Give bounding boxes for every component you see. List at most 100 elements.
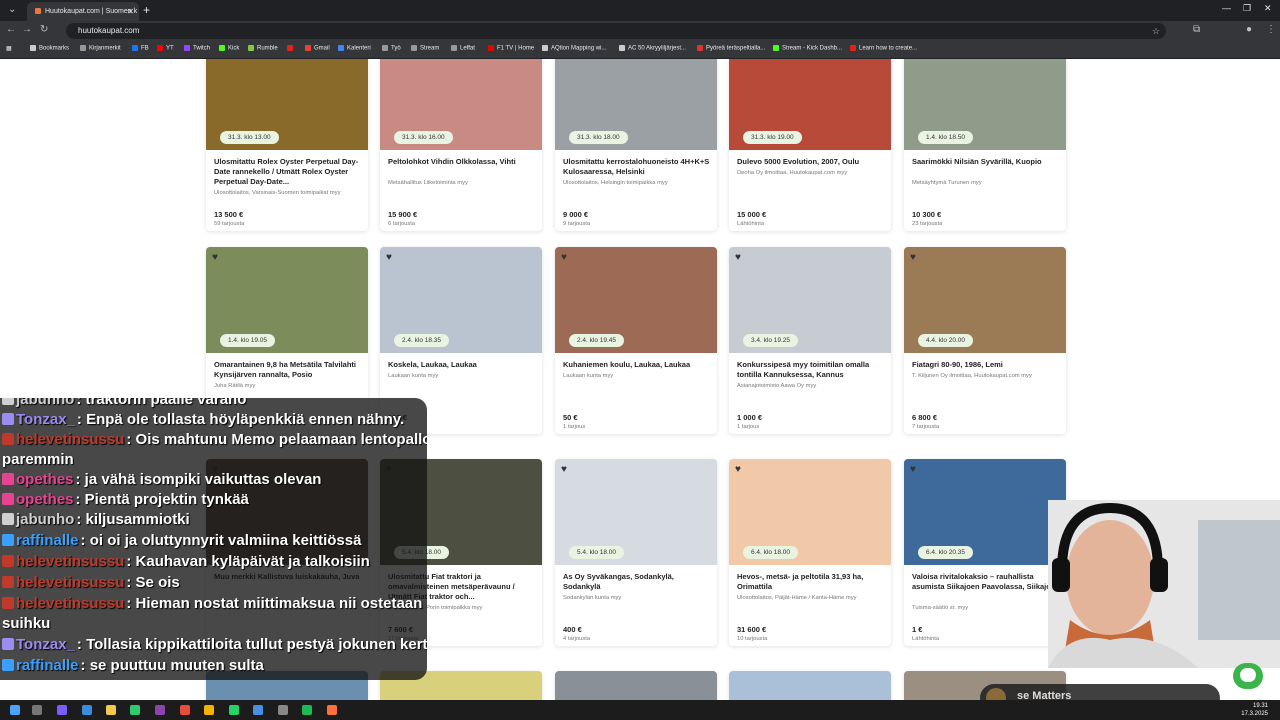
listing-card[interactable]: ♥ 6.4. klo 18.00 Hevos-, metsä- ja peltoti… <box>729 459 891 646</box>
listing-card[interactable]: ♥ 31.3. klo 19.00 Dulevo 5000 Evolution, 2… <box>729 59 891 231</box>
bookmark-item[interactable]: Rumble <box>248 45 278 52</box>
favorite-heart-icon[interactable]: ♥ <box>212 253 222 263</box>
app-icon[interactable] <box>82 705 92 715</box>
listing-card[interactable]: ♥ 2.4. klo 19.45 Kuhaniemen koulu, Laukaa,… <box>555 247 717 434</box>
app-icon[interactable] <box>130 705 140 715</box>
listing-title[interactable]: Kuhaniemen koulu, Laukaa, Laukaa <box>563 360 713 370</box>
listing-card-partial[interactable] <box>555 671 717 701</box>
close-tab-icon[interactable]: ✕ <box>127 2 134 21</box>
firefox-icon[interactable] <box>327 705 337 715</box>
close-window-icon[interactable]: ✕ <box>1264 3 1272 14</box>
tab-search-icon[interactable]: ⌄ <box>8 4 16 15</box>
favorite-heart-icon[interactable]: ♥ <box>561 59 571 60</box>
listing-title[interactable]: Dulevo 5000 Evolution, 2007, Oulu <box>737 157 887 167</box>
chat-popup-button[interactable] <box>1233 663 1263 689</box>
listing-title[interactable]: Fiatagri 80-90, 1986, Lemi <box>912 360 1062 370</box>
bookmark-item[interactable]: AC 50 Akryyliljärjest... <box>619 45 686 52</box>
chat-username[interactable]: Tonzax_ <box>16 411 75 428</box>
favorite-heart-icon[interactable]: ♥ <box>910 253 920 263</box>
bookmark-item[interactable]: F1 TV | Home <box>488 45 534 52</box>
favorite-heart-icon[interactable]: ♥ <box>910 59 920 60</box>
maximize-icon[interactable]: ❐ <box>1243 3 1251 14</box>
listing-title[interactable]: Hevos-, metsä- ja peltotila 31,93 ha, Or… <box>737 572 887 592</box>
bookmark-item[interactable]: Stream - Kick Dashb... <box>773 45 842 52</box>
app-icon[interactable] <box>155 705 165 715</box>
bookmark-item[interactable]: Kirjanmerkit <box>80 45 121 52</box>
app-icon[interactable] <box>253 705 263 715</box>
bookmark-item[interactable]: FB <box>132 45 149 52</box>
favorite-heart-icon[interactable]: ♥ <box>212 59 222 60</box>
system-clock[interactable]: 19.31 17.3.2025 <box>1241 702 1268 718</box>
listing-card[interactable]: ♥ 3.4. klo 19.25 Konkurssipesä myy toimiti… <box>729 247 891 434</box>
listing-card[interactable]: ♥ 4.4. klo 20.00 Fiatagri 80-90, 1986, Lem… <box>904 247 1066 434</box>
favorite-heart-icon[interactable]: ♥ <box>735 253 745 263</box>
favorite-heart-icon[interactable]: ♥ <box>561 465 571 475</box>
address-bar[interactable]: huutokaupat.com ☆ <box>66 23 1166 39</box>
favorite-heart-icon[interactable]: ♥ <box>386 253 396 263</box>
start-icon[interactable] <box>10 705 20 715</box>
listing-card[interactable]: ♥ 5.4. klo 18.00 As Oy Syväkangas, Sodanky… <box>555 459 717 646</box>
chat-username[interactable]: helevetinsussu <box>16 431 124 448</box>
file-explorer-icon[interactable] <box>106 705 116 715</box>
listing-card[interactable]: ♥ 31.3. klo 13.00 Ulosmitattu Rolex Oyster… <box>206 59 368 231</box>
listing-card[interactable]: ♥ 1.4. klo 18.50 Saarimökki Nilsiän Syväri… <box>904 59 1066 231</box>
listing-title[interactable]: Ulosmitattu Rolex Oyster Perpetual Day-D… <box>214 157 364 187</box>
reload-icon[interactable]: ↻ <box>40 24 48 35</box>
bookmark-item[interactable]: Pyöreä teräspeltialla... <box>697 45 765 52</box>
whatsapp-icon[interactable] <box>229 705 239 715</box>
chat-username[interactable]: raffinalle <box>16 657 79 674</box>
favorite-heart-icon[interactable]: ♥ <box>735 465 745 475</box>
app-icon[interactable] <box>180 705 190 715</box>
new-tab-button[interactable]: + <box>143 3 150 17</box>
favorite-heart-icon[interactable]: ♥ <box>561 253 571 263</box>
bookmark-item[interactable] <box>287 45 296 52</box>
chat-username[interactable]: jabunho <box>16 398 74 408</box>
listing-title[interactable]: Koskela, Laukaa, Laukaa <box>388 360 538 370</box>
menu-icon[interactable]: ⋮ <box>1266 24 1276 35</box>
chat-username[interactable]: Tonzax_ <box>16 636 75 653</box>
chat-username[interactable]: helevetinsussu <box>16 574 124 591</box>
listing-card[interactable]: ♥ 6.4. klo 20.35 Valoisa rivitalokaksio – … <box>904 459 1066 646</box>
task-view-icon[interactable] <box>32 705 42 715</box>
spotify-icon[interactable] <box>302 705 312 715</box>
app-icon[interactable] <box>57 705 67 715</box>
back-icon[interactable]: ← <box>6 24 16 35</box>
listing-title[interactable]: Omarantainen 9,8 ha Metsätila Talvilahti… <box>214 360 364 380</box>
listing-title[interactable]: Konkurssipesä myy toimitilan omalla tont… <box>737 360 887 380</box>
bookmark-item[interactable]: Leffat <box>451 45 475 52</box>
forward-icon[interactable]: → <box>22 24 32 35</box>
chat-username[interactable]: helevetinsussu <box>16 553 124 570</box>
profile-icon[interactable]: ● <box>1246 24 1252 35</box>
listing-card[interactable]: ♥ 31.3. klo 18.00 Ulosmitattu kerrostalohu… <box>555 59 717 231</box>
bookmark-item[interactable]: Työ <box>382 45 401 52</box>
listing-title[interactable]: Ulosmitattu kerrostalohuoneisto 4H+K+S K… <box>563 157 713 177</box>
chat-username[interactable]: raffinalle <box>16 532 79 549</box>
chrome-icon[interactable] <box>204 705 214 715</box>
bookmark-item[interactable]: Gmail <box>305 45 330 52</box>
bookmark-item[interactable]: Stream <box>411 45 439 52</box>
app-icon[interactable] <box>278 705 288 715</box>
chat-username[interactable]: opethes <box>16 471 74 488</box>
bookmark-item[interactable]: YT <box>157 45 174 52</box>
extensions-icon[interactable]: ⧉ <box>1193 24 1200 35</box>
listing-card[interactable]: ♥ 31.3. klo 16.00 Peltolohkot Vihdin Olkko… <box>380 59 542 231</box>
bookmark-item[interactable]: Bookmarks <box>30 45 69 52</box>
chat-username[interactable]: jabunho <box>16 511 74 528</box>
bookmark-item[interactable]: AQtion Mapping wi... <box>542 45 606 52</box>
listing-card-partial[interactable] <box>729 671 891 701</box>
favorite-heart-icon[interactable]: ♥ <box>735 59 745 60</box>
apps-icon[interactable]: ▦ <box>6 45 12 52</box>
chat-username[interactable]: helevetinsussu <box>16 595 124 612</box>
favorite-heart-icon[interactable]: ♥ <box>910 465 920 475</box>
listing-title[interactable]: Peltolohkot Vihdin Olkkolassa, Vihti <box>388 157 538 167</box>
bookmark-item[interactable]: Kick <box>219 45 239 52</box>
bookmark-star-icon[interactable]: ☆ <box>1152 23 1160 39</box>
favorite-heart-icon[interactable]: ♥ <box>386 59 396 60</box>
listing-title[interactable]: As Oy Syväkangas, Sodankylä, Sodankylä <box>563 572 713 592</box>
listing-title[interactable]: Valoisa rivitalokaksio – rauhallista asu… <box>912 572 1062 592</box>
active-tab[interactable]: Huutokaupat.com | Suomen k ✕ <box>27 2 139 21</box>
bookmark-item[interactable]: Kalenteri <box>338 45 371 52</box>
minimize-icon[interactable]: — <box>1222 3 1231 13</box>
chat-username[interactable]: opethes <box>16 491 74 508</box>
bookmark-item[interactable]: Learn how to create... <box>850 45 917 52</box>
